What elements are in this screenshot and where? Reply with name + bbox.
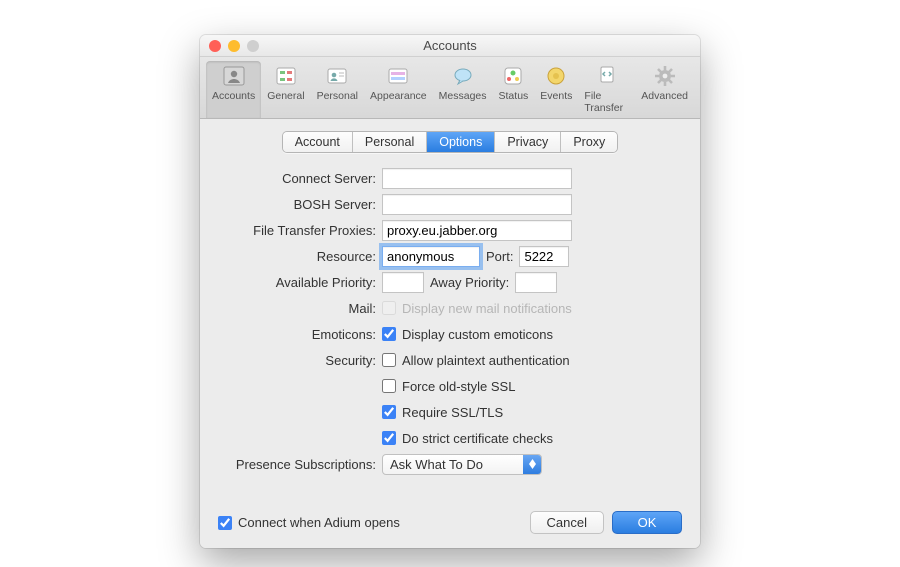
toolbar-events[interactable]: Events — [534, 61, 578, 118]
connect-on-open-checkbox[interactable] — [218, 516, 232, 530]
toolbar-label: Events — [540, 90, 572, 102]
person-silhouette-icon — [222, 64, 246, 88]
footer: Connect when Adium opens Cancel OK — [218, 511, 682, 534]
tab-proxy[interactable]: Proxy — [561, 132, 617, 152]
color-swatches-icon — [386, 64, 410, 88]
require-ssl-checkbox[interactable] — [382, 405, 396, 419]
bell-icon — [544, 64, 568, 88]
available-priority-input[interactable] — [382, 272, 424, 293]
status-indicator-icon — [501, 64, 525, 88]
port-input[interactable] — [519, 246, 569, 267]
presence-subscriptions-select[interactable]: Ask What To Do — [382, 454, 542, 475]
toolbar-advanced[interactable]: Advanced — [635, 61, 694, 118]
file-transfer-proxies-input[interactable] — [382, 220, 572, 241]
toolbar-label: Appearance — [370, 90, 427, 102]
connect-server-label: Connect Server: — [218, 171, 382, 186]
connect-server-input[interactable] — [382, 168, 572, 189]
toolbar-appearance[interactable]: Appearance — [364, 61, 433, 118]
ok-button[interactable]: OK — [612, 511, 682, 534]
mail-notifications-checkbox — [382, 301, 396, 315]
force-old-ssl-text: Force old-style SSL — [402, 379, 515, 394]
allow-plaintext-checkbox[interactable] — [382, 353, 396, 367]
require-ssl-text: Require SSL/TLS — [402, 405, 503, 420]
toolbar-label: File Transfer — [584, 90, 629, 114]
bosh-server-input[interactable] — [382, 194, 572, 215]
toolbar-messages[interactable]: Messages — [433, 61, 493, 118]
security-label: Security: — [218, 353, 382, 368]
file-transfer-proxies-label: File Transfer Proxies: — [218, 223, 382, 238]
content-pane: Account Personal Options Privacy Proxy C… — [200, 119, 700, 548]
away-priority-input[interactable] — [515, 272, 557, 293]
switches-icon — [274, 64, 298, 88]
custom-emoticons-text: Display custom emoticons — [402, 327, 553, 342]
resource-label: Resource: — [218, 249, 382, 264]
presence-subscriptions-label: Presence Subscriptions: — [218, 457, 382, 472]
tab-personal[interactable]: Personal — [353, 132, 427, 152]
port-label: Port: — [486, 249, 513, 264]
away-priority-label: Away Priority: — [430, 275, 509, 290]
cancel-button[interactable]: Cancel — [530, 511, 604, 534]
toolbar-label: Advanced — [641, 90, 688, 102]
toolbar-label: Status — [499, 90, 529, 102]
options-form: Connect Server: BOSH Server: File Transf… — [218, 167, 682, 475]
resource-input[interactable] — [382, 246, 480, 267]
toolbar-personal[interactable]: Personal — [311, 61, 364, 118]
toolbar-status[interactable]: Status — [493, 61, 535, 118]
tab-options[interactable]: Options — [427, 132, 495, 152]
titlebar[interactable]: Accounts — [200, 35, 700, 57]
force-old-ssl-checkbox[interactable] — [382, 379, 396, 393]
toolbar-accounts[interactable]: Accounts — [206, 61, 261, 118]
connect-on-open-text: Connect when Adium opens — [238, 515, 400, 530]
custom-emoticons-checkbox[interactable] — [382, 327, 396, 341]
presence-subscriptions-value: Ask What To Do — [390, 457, 483, 472]
preferences-window: Accounts Accounts General Personal Appea… — [200, 35, 700, 548]
toolbar-label: Accounts — [212, 90, 255, 102]
allow-plaintext-text: Allow plaintext authentication — [402, 353, 570, 368]
bosh-server-label: BOSH Server: — [218, 197, 382, 212]
tab-account[interactable]: Account — [283, 132, 353, 152]
strict-cert-text: Do strict certificate checks — [402, 431, 553, 446]
speech-bubble-icon — [451, 64, 475, 88]
mail-label: Mail: — [218, 301, 382, 316]
toolbar-label: Personal — [317, 90, 358, 102]
tab-privacy[interactable]: Privacy — [495, 132, 561, 152]
available-priority-label: Available Priority: — [218, 275, 382, 290]
strict-cert-checkbox[interactable] — [382, 431, 396, 445]
window-title: Accounts — [200, 38, 700, 53]
toolbar-file-transfer[interactable]: File Transfer — [578, 61, 635, 118]
mail-notifications-text: Display new mail notifications — [402, 301, 572, 316]
toolbar-general[interactable]: General — [261, 61, 310, 118]
toolbar: Accounts General Personal Appearance Mes… — [200, 57, 700, 119]
gear-icon — [653, 64, 677, 88]
toolbar-label: Messages — [439, 90, 487, 102]
select-arrows-icon — [523, 455, 541, 474]
tab-strip: Account Personal Options Privacy Proxy — [218, 131, 682, 153]
file-arrows-icon — [595, 64, 619, 88]
id-card-icon — [325, 64, 349, 88]
emoticons-label: Emoticons: — [218, 327, 382, 342]
toolbar-label: General — [267, 90, 304, 102]
